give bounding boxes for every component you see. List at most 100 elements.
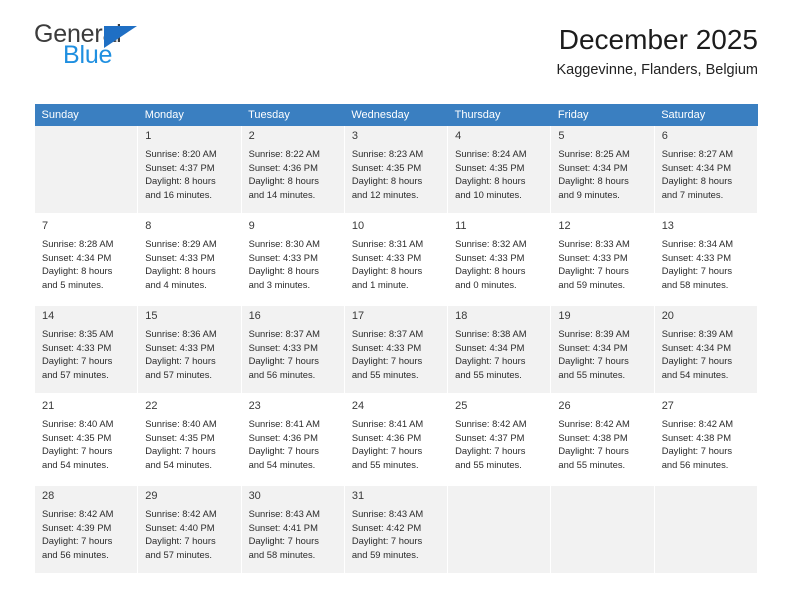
- calendar-day-cell[interactable]: 4 Sunrise: 8:24 AM Sunset: 4:35 PM Daylight…: [447, 126, 552, 216]
- day-sun-details: Sunrise: 8:42 AM Sunset: 4:39 PM Daylight:…: [42, 507, 131, 561]
- day-sun-details: Sunrise: 8:39 AM Sunset: 4:34 PM Daylight:…: [558, 327, 647, 381]
- calendar-day-cell[interactable]: 31 Sunrise: 8:43 AM Sunset: 4:42 PM Dayligh…: [343, 486, 449, 576]
- day-sun-details: Sunrise: 8:42 AM Sunset: 4:38 PM Daylight:…: [662, 417, 751, 471]
- sunrise-time: Sunrise: 8:42 AM: [42, 508, 114, 519]
- sunrise-time: Sunrise: 8:40 AM: [42, 418, 114, 429]
- calendar-day-cell[interactable]: 3 Sunrise: 8:23 AM Sunset: 4:35 PM Daylight…: [343, 126, 449, 216]
- day-cell-content: 5 Sunrise: 8:25 AM Sunset: 4:34 PM Daylight…: [551, 126, 654, 213]
- day-number: 7: [42, 220, 49, 232]
- daylight-duration-line2: and 55 minutes.: [455, 458, 522, 470]
- sunset-time: Sunset: 4:33 PM: [558, 251, 628, 263]
- calendar-day-cell[interactable]: 16 Sunrise: 8:37 AM Sunset: 4:33 PM Dayligh…: [240, 306, 345, 396]
- calendar-day-cell[interactable]: 6 Sunrise: 8:27 AM Sunset: 4:34 PM Daylight…: [653, 126, 759, 216]
- day-number: 13: [661, 220, 674, 232]
- day-sun-details: Sunrise: 8:23 AM Sunset: 4:35 PM Daylight:…: [352, 147, 441, 201]
- day-number: 17: [351, 310, 365, 322]
- daylight-duration-line1: Daylight: 7 hours: [248, 535, 319, 547]
- weekday-header-sunday: Sunday: [34, 104, 138, 126]
- calendar-day-cell[interactable]: 2 Sunrise: 8:22 AM Sunset: 4:36 PM Daylight…: [240, 126, 345, 216]
- day-cell-content: 18 Sunrise: 8:38 AM Sunset: 4:34 PM Dayligh…: [448, 306, 551, 393]
- day-number: 11: [455, 220, 467, 232]
- calendar-day-cell[interactable]: 26 Sunrise: 8:42 AM Sunset: 4:38 PM Dayligh…: [550, 396, 655, 486]
- day-number: 12: [558, 220, 571, 232]
- day-cell-content: 10 Sunrise: 8:31 AM Sunset: 4:33 PM Dayligh…: [344, 216, 448, 303]
- calendar-day-cell[interactable]: 27 Sunrise: 8:42 AM Sunset: 4:38 PM Dayligh…: [653, 396, 759, 486]
- calendar-empty-cell: [447, 486, 552, 576]
- calendar-day-cell[interactable]: 12 Sunrise: 8:33 AM Sunset: 4:33 PM Dayligh…: [550, 216, 655, 306]
- day-cell-content: [448, 486, 551, 573]
- calendar-day-cell[interactable]: 29 Sunrise: 8:42 AM Sunset: 4:40 PM Dayligh…: [137, 486, 242, 576]
- calendar-day-cell[interactable]: 7 Sunrise: 8:28 AM Sunset: 4:34 PM Daylight…: [33, 216, 139, 306]
- calendar-day-cell[interactable]: 5 Sunrise: 8:25 AM Sunset: 4:34 PM Daylight…: [550, 126, 655, 216]
- calendar-day-cell[interactable]: 18 Sunrise: 8:38 AM Sunset: 4:34 PM Dayligh…: [447, 306, 552, 396]
- calendar-day-cell[interactable]: 22 Sunrise: 8:40 AM Sunset: 4:35 PM Dayligh…: [137, 396, 242, 486]
- day-sun-details: Sunrise: 8:31 AM Sunset: 4:33 PM Daylight:…: [352, 237, 441, 291]
- calendar-day-cell[interactable]: 1 Sunrise: 8:20 AM Sunset: 4:37 PM Daylight…: [137, 126, 242, 216]
- calendar-day-cell[interactable]: 19 Sunrise: 8:39 AM Sunset: 4:34 PM Dayligh…: [550, 306, 655, 396]
- daylight-duration-line1: Daylight: 8 hours: [455, 175, 526, 187]
- calendar-day-cell[interactable]: 30 Sunrise: 8:43 AM Sunset: 4:41 PM Dayligh…: [240, 486, 345, 576]
- day-cell-content: 4 Sunrise: 8:24 AM Sunset: 4:35 PM Daylight…: [448, 126, 551, 213]
- daylight-duration-line2: and 16 minutes.: [145, 188, 212, 200]
- calendar-day-cell[interactable]: 28 Sunrise: 8:42 AM Sunset: 4:39 PM Dayligh…: [33, 486, 139, 576]
- calendar-day-cell[interactable]: 10 Sunrise: 8:31 AM Sunset: 4:33 PM Dayligh…: [343, 216, 449, 306]
- calendar-day-cell[interactable]: 23 Sunrise: 8:41 AM Sunset: 4:36 PM Dayligh…: [240, 396, 345, 486]
- weekday-header-wednesday: Wednesday: [344, 104, 448, 126]
- calendar-day-cell[interactable]: 15 Sunrise: 8:36 AM Sunset: 4:33 PM Dayligh…: [137, 306, 242, 396]
- day-cell-content: 3 Sunrise: 8:23 AM Sunset: 4:35 PM Daylight…: [344, 126, 448, 213]
- sunrise-time: Sunrise: 8:29 AM: [145, 238, 217, 249]
- daylight-duration-line2: and 55 minutes.: [351, 368, 419, 380]
- calendar-day-cell[interactable]: 25 Sunrise: 8:42 AM Sunset: 4:37 PM Dayligh…: [447, 396, 552, 486]
- day-number: 28: [42, 490, 55, 502]
- day-cell-content: 17 Sunrise: 8:37 AM Sunset: 4:33 PM Dayligh…: [344, 306, 448, 393]
- calendar-day-cell[interactable]: 24 Sunrise: 8:41 AM Sunset: 4:36 PM Dayligh…: [343, 396, 449, 486]
- day-number: 26: [558, 400, 571, 412]
- daylight-duration-line1: Daylight: 7 hours: [558, 445, 629, 457]
- day-cell-content: 30 Sunrise: 8:43 AM Sunset: 4:41 PM Dayligh…: [241, 486, 344, 573]
- day-number: 30: [248, 490, 261, 502]
- day-sun-details: Sunrise: 8:20 AM Sunset: 4:37 PM Daylight:…: [145, 147, 234, 201]
- daylight-duration-line2: and 58 minutes.: [248, 548, 316, 560]
- daylight-duration-line2: and 54 minutes.: [145, 458, 212, 470]
- day-sun-details: Sunrise: 8:40 AM Sunset: 4:35 PM Daylight:…: [42, 417, 131, 471]
- calendar-day-cell[interactable]: 21 Sunrise: 8:40 AM Sunset: 4:35 PM Dayligh…: [33, 396, 139, 486]
- calendar-day-cell[interactable]: 20 Sunrise: 8:39 AM Sunset: 4:34 PM Dayligh…: [653, 306, 759, 396]
- calendar-day-cell[interactable]: 13 Sunrise: 8:34 AM Sunset: 4:33 PM Dayligh…: [653, 216, 759, 306]
- day-cell-content: 7 Sunrise: 8:28 AM Sunset: 4:34 PM Daylight…: [35, 216, 138, 303]
- day-number: 2: [248, 130, 255, 142]
- daylight-duration-line2: and 59 minutes.: [558, 278, 626, 290]
- daylight-duration-line1: Daylight: 8 hours: [455, 265, 526, 277]
- daylight-duration-line1: Daylight: 7 hours: [145, 355, 216, 367]
- sunrise-time: Sunrise: 8:39 AM: [661, 328, 734, 339]
- daylight-duration-line2: and 0 minutes.: [455, 278, 517, 290]
- calendar-page: General Blue December 2025 Kaggevinne, F…: [0, 0, 792, 612]
- sunrise-time: Sunrise: 8:41 AM: [351, 418, 424, 429]
- page-subtitle: Kaggevinne, Flanders, Belgium: [556, 62, 758, 79]
- weekday-header-tuesday: Tuesday: [241, 104, 345, 126]
- sunset-time: Sunset: 4:42 PM: [351, 521, 422, 533]
- day-number: 25: [455, 400, 468, 412]
- sunrise-time: Sunrise: 8:42 AM: [661, 418, 734, 429]
- day-number: 1: [145, 130, 152, 142]
- daylight-duration-line1: Daylight: 8 hours: [145, 265, 216, 277]
- calendar-day-cell[interactable]: 8 Sunrise: 8:29 AM Sunset: 4:33 PM Daylight…: [137, 216, 242, 306]
- calendar-day-cell[interactable]: 14 Sunrise: 8:35 AM Sunset: 4:33 PM Dayligh…: [33, 306, 139, 396]
- daylight-duration-line1: Daylight: 7 hours: [661, 265, 733, 277]
- day-cell-content: 29 Sunrise: 8:42 AM Sunset: 4:40 PM Dayligh…: [138, 486, 241, 573]
- day-sun-details: Sunrise: 8:43 AM Sunset: 4:41 PM Daylight:…: [249, 507, 338, 561]
- calendar-day-cell[interactable]: 11 Sunrise: 8:32 AM Sunset: 4:33 PM Dayligh…: [447, 216, 552, 306]
- daylight-duration-line1: Daylight: 7 hours: [248, 445, 319, 457]
- sunset-time: Sunset: 4:37 PM: [145, 161, 215, 173]
- calendar-day-cell[interactable]: 17 Sunrise: 8:37 AM Sunset: 4:33 PM Dayligh…: [343, 306, 449, 396]
- sunset-time: Sunset: 4:36 PM: [248, 161, 318, 173]
- daylight-duration-line1: Daylight: 7 hours: [351, 535, 423, 547]
- day-cell-content: 1 Sunrise: 8:20 AM Sunset: 4:37 PM Daylight…: [138, 126, 241, 213]
- triangle-logo-icon: [104, 26, 137, 48]
- day-number: 6: [661, 130, 668, 142]
- day-number: 14: [42, 310, 55, 322]
- day-cell-content: 9 Sunrise: 8:30 AM Sunset: 4:33 PM Daylight…: [241, 216, 344, 303]
- sunset-time: Sunset: 4:34 PM: [42, 251, 112, 263]
- calendar-day-cell[interactable]: 9 Sunrise: 8:30 AM Sunset: 4:33 PM Daylight…: [240, 216, 345, 306]
- day-cell-content: 26 Sunrise: 8:42 AM Sunset: 4:38 PM Dayligh…: [551, 396, 654, 483]
- sunrise-time: Sunrise: 8:34 AM: [661, 238, 734, 249]
